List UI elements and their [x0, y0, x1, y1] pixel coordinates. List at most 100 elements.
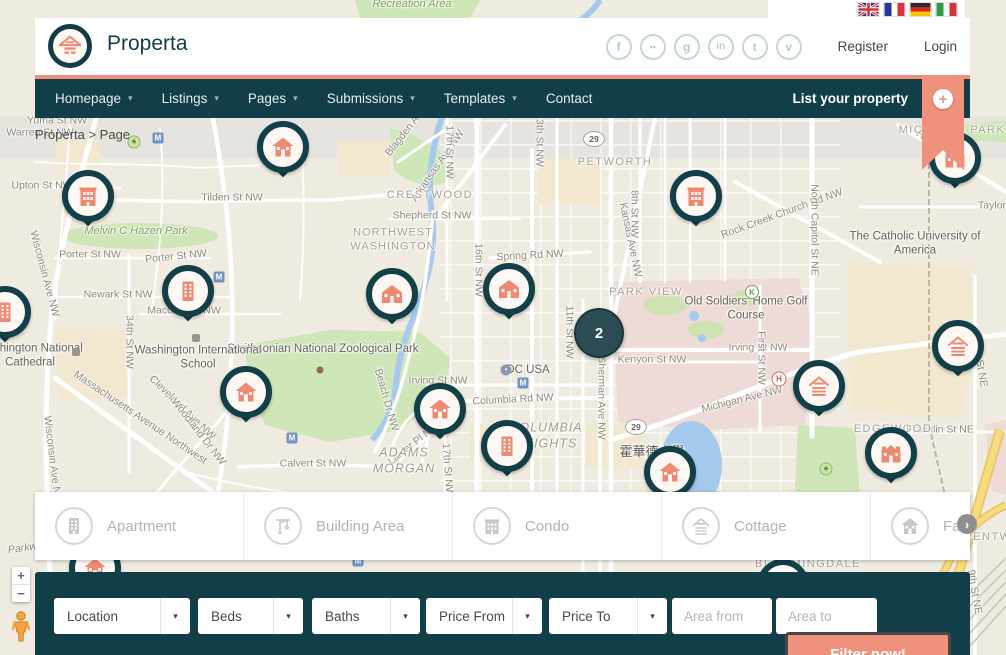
type-item-label: Condo: [525, 518, 569, 535]
nav-item-label: Homepage: [55, 91, 121, 106]
type-item-condo[interactable]: Condo: [453, 492, 662, 560]
map-label: 17th St NW: [442, 125, 455, 179]
property-marker-house[interactable]: [644, 446, 696, 498]
properta-logo-icon[interactable]: [48, 24, 92, 68]
marker-building-icon: [481, 420, 533, 472]
linkedin-icon[interactable]: in: [708, 34, 734, 60]
carousel-next-button[interactable]: ›: [957, 514, 977, 534]
facebook-icon[interactable]: f: [606, 34, 632, 60]
area-to-input[interactable]: [776, 598, 877, 634]
hosp-map-icon: H: [772, 372, 787, 387]
cottage-icon: [682, 507, 720, 545]
property-marker-house[interactable]: [257, 121, 309, 173]
marker-cottage-icon: [932, 320, 984, 372]
type-item-apartment[interactable]: Apartment: [35, 492, 244, 560]
type-item-label: Building Area: [316, 518, 404, 535]
metro-map-icon: M: [287, 433, 298, 444]
property-marker-school[interactable]: [366, 268, 418, 320]
nav-item-listings[interactable]: Listings▾: [162, 91, 219, 106]
route-shield: 29: [625, 419, 647, 435]
properta-map-page: Recreation AreaYuma St NWWarren St NWUpt…: [0, 0, 1006, 655]
site-header: Properta f •• gintv Register Login: [35, 18, 970, 75]
crane-icon: [264, 507, 302, 545]
map-zoom-control[interactable]: + −: [12, 567, 30, 602]
map-label: 8th St NW: [627, 190, 640, 238]
map-label: Tilden St NW: [201, 191, 262, 204]
location-dropdown[interactable]: Location▾: [54, 598, 190, 634]
streetview-pegman-icon[interactable]: [11, 610, 31, 647]
marker-house-icon: [644, 446, 696, 498]
chevron-down-icon: ▾: [410, 93, 415, 104]
google-icon[interactable]: g: [674, 34, 700, 60]
list-your-property-button[interactable]: List your property: [792, 91, 908, 106]
map-label: ADAMS MORGAN: [357, 445, 452, 476]
marker-school-icon: [366, 268, 418, 320]
italian-flag[interactable]: [936, 3, 957, 16]
type-item-cottage[interactable]: Cottage: [662, 492, 871, 560]
marker-house-icon: [414, 383, 466, 435]
type-item-label: Apartment: [107, 518, 176, 535]
map-label: Taylor: [978, 199, 1006, 212]
map-label: Old Soldiers' Home Golf Course: [666, 295, 826, 324]
property-marker-house[interactable]: [414, 383, 466, 435]
vimeo-icon[interactable]: v: [776, 34, 802, 60]
map-label: NORTHWEST WASHINGTON: [328, 226, 458, 254]
price-from-dropdown[interactable]: Price From▾: [426, 598, 542, 634]
zoom-out-button[interactable]: −: [12, 585, 30, 602]
property-marker-building[interactable]: [481, 420, 533, 472]
map-label: CRESTWOOD: [387, 189, 473, 203]
zoom-in-button[interactable]: +: [12, 567, 30, 584]
german-flag[interactable]: [910, 3, 931, 16]
area-from-input[interactable]: [672, 598, 772, 634]
property-marker-condo[interactable]: [62, 170, 114, 222]
login-link[interactable]: Login: [924, 39, 957, 54]
french-flag[interactable]: [884, 3, 905, 16]
type-item-family-house[interactable]: Family House: [871, 492, 970, 560]
property-marker-building[interactable]: [162, 265, 214, 317]
property-marker-cottage[interactable]: [793, 360, 845, 412]
marker-cottage-icon: [793, 360, 845, 412]
chevron-down-icon: ▾: [128, 93, 133, 104]
nav-item-pages[interactable]: Pages▾: [248, 91, 298, 106]
register-link[interactable]: Register: [838, 39, 888, 54]
map-label: First St NW: [754, 331, 767, 385]
kk-map-icon: K: [745, 285, 759, 299]
baths-dropdown[interactable]: Baths▾: [312, 598, 420, 634]
property-marker-school[interactable]: [483, 263, 535, 315]
property-marker-condo[interactable]: [670, 170, 722, 222]
beds-dropdown[interactable]: Beds▾: [198, 598, 303, 634]
property-marker-mansion[interactable]: [865, 427, 917, 479]
map-label: Recreation Area: [372, 0, 451, 12]
chevron-down-icon: ▾: [293, 93, 298, 104]
property-marker-house[interactable]: [220, 366, 272, 418]
add-property-plus-button[interactable]: +: [933, 89, 953, 109]
breadcrumb[interactable]: Properta > Page: [35, 127, 130, 142]
metro-map-icon: M: [214, 272, 225, 283]
property-type-carousel: Apartment Building Area Condo CottageFamily…: [35, 492, 970, 560]
map-label: North Capitol St NE: [807, 184, 820, 276]
nav-item-homepage[interactable]: Homepage ▾: [55, 91, 133, 106]
nav-item-submissions[interactable]: Submissions▾: [327, 91, 415, 106]
tumblr-icon[interactable]: t: [742, 34, 768, 60]
price-to-dropdown[interactable]: Price To▾: [549, 598, 667, 634]
nav-item-label: Listings: [162, 91, 208, 106]
map-label: DC USA: [506, 363, 549, 377]
type-item-building-area[interactable]: Building Area: [244, 492, 453, 560]
property-marker-cottage[interactable]: [932, 320, 984, 372]
apartment-icon: [55, 507, 93, 545]
shop-map-icon: ▪: [501, 365, 512, 376]
nav-item-templates[interactable]: Templates▾: [444, 91, 517, 106]
marker-school-icon: [483, 263, 535, 315]
english-flag[interactable]: [858, 3, 879, 16]
marker-building-icon: [0, 286, 31, 338]
map-label: Calvert St NW: [280, 457, 347, 470]
filter-now-button[interactable]: Filter now!: [785, 632, 951, 655]
chevron-down-icon: ▾: [512, 93, 517, 104]
property-marker-building[interactable]: [0, 286, 31, 338]
nav-item-contact[interactable]: Contact: [546, 91, 593, 106]
marker-cluster[interactable]: 2: [574, 308, 624, 358]
brand-title[interactable]: Properta: [107, 32, 188, 56]
marker-condo-icon: [62, 170, 114, 222]
search-filter-panel: Location▾Beds▾Baths▾Price From▾Price To▾…: [35, 572, 970, 655]
flickr-icon[interactable]: ••: [640, 34, 666, 60]
